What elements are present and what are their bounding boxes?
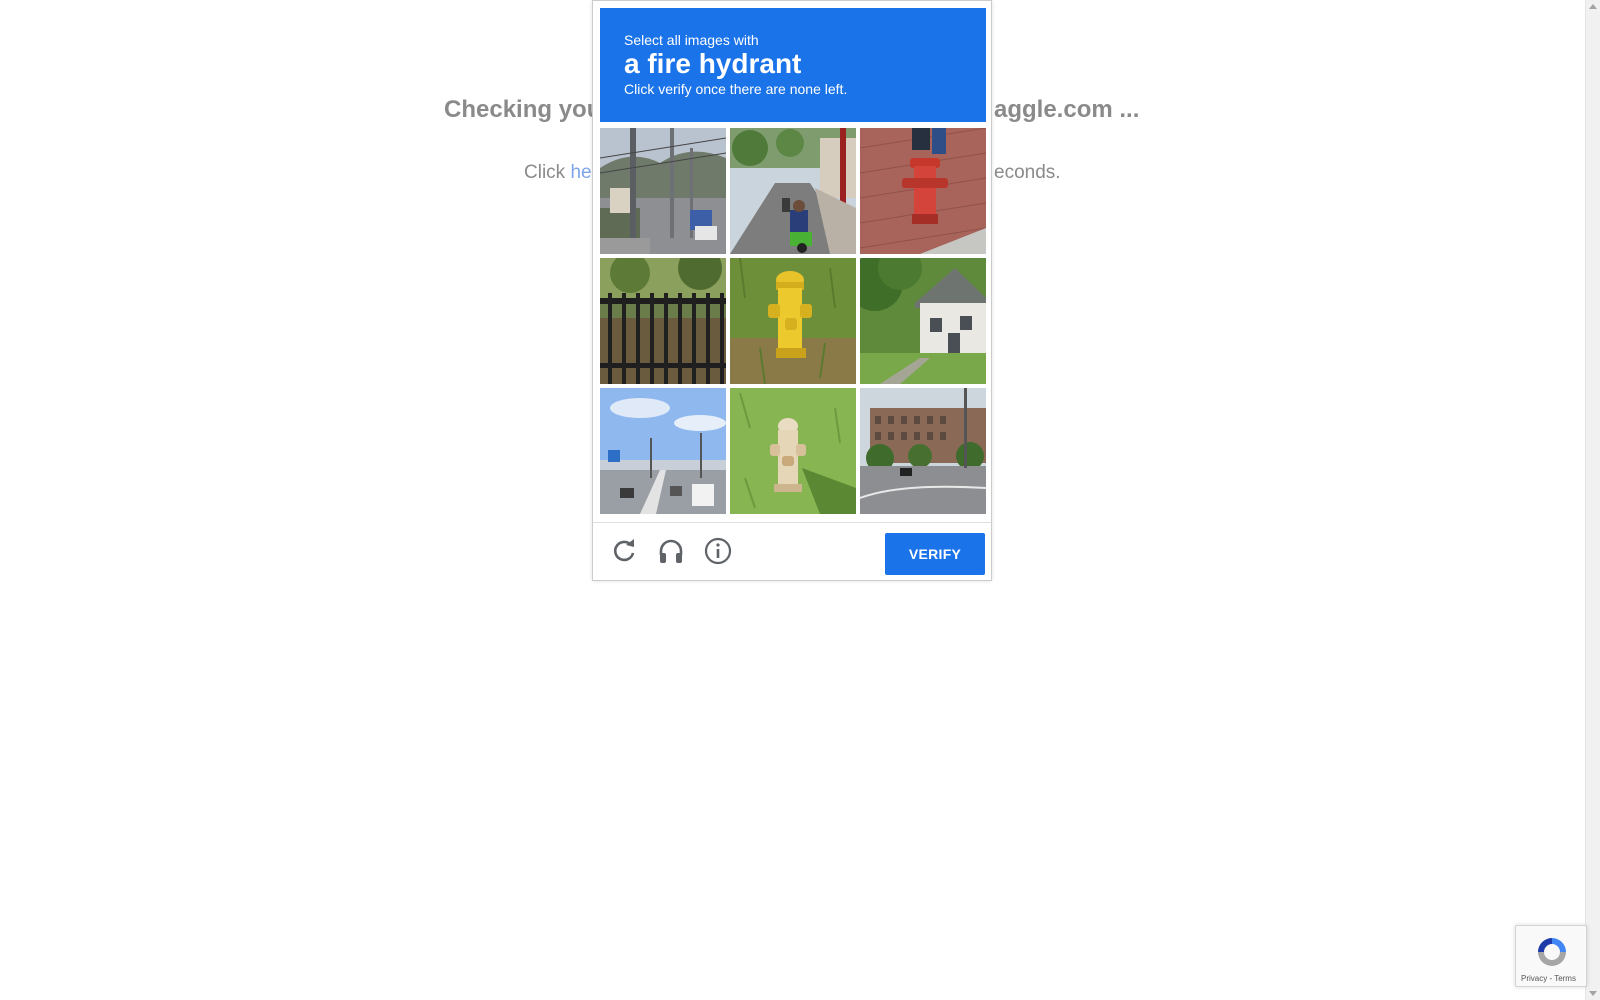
image-tile-8[interactable] bbox=[730, 388, 856, 514]
image-tile-6[interactable] bbox=[860, 258, 986, 384]
redirect-here-link[interactable]: he bbox=[570, 162, 591, 183]
redirect-text-left: Click he bbox=[524, 162, 592, 184]
image-tile-5[interactable] bbox=[730, 258, 856, 384]
image-tile-3[interactable] bbox=[860, 128, 986, 254]
highway-image bbox=[600, 388, 726, 514]
verify-button[interactable]: VERIFY bbox=[885, 533, 985, 575]
instruction-target: a fire hydrant bbox=[624, 48, 802, 79]
captcha-challenge: Select all images with a fire hydrant Cl… bbox=[592, 0, 992, 581]
info-icon[interactable] bbox=[703, 536, 733, 566]
page: Checking you aggle.com ... Click he econ… bbox=[0, 0, 1600, 1000]
heading-left-text: Checking you bbox=[444, 96, 602, 123]
headphones-icon[interactable] bbox=[656, 536, 686, 566]
instruction-hint: Click verify once there are none left. bbox=[624, 81, 848, 97]
redirect-text-right: econds. bbox=[994, 162, 1061, 183]
image-grid bbox=[600, 128, 986, 514]
white-hydrant-image bbox=[730, 388, 856, 514]
yellow-hydrant-image bbox=[730, 258, 856, 384]
heading-right-text: aggle.com ... bbox=[994, 96, 1140, 123]
red-hydrant-image bbox=[860, 128, 986, 254]
scroll-up-arrow-icon[interactable] bbox=[1589, 4, 1597, 9]
scroll-down-arrow-icon[interactable] bbox=[1589, 991, 1597, 996]
captcha-instructions: Select all images with a fire hydrant Cl… bbox=[600, 8, 986, 122]
image-tile-1[interactable] bbox=[600, 128, 726, 254]
reload-icon[interactable] bbox=[609, 536, 639, 566]
scooter-road-image bbox=[730, 128, 856, 254]
privacy-terms-links[interactable]: Privacy - Terms bbox=[1521, 974, 1576, 983]
recaptcha-logo-icon bbox=[1534, 934, 1570, 975]
image-tile-4[interactable] bbox=[600, 258, 726, 384]
road-building-image bbox=[860, 388, 986, 514]
recaptcha-badge[interactable]: Privacy - Terms bbox=[1515, 925, 1587, 987]
white-house-image bbox=[860, 258, 986, 384]
street-poles-image bbox=[600, 128, 726, 254]
captcha-footer: VERIFY bbox=[593, 522, 991, 581]
iron-fence-image bbox=[600, 258, 726, 384]
instruction-prefix: Select all images with bbox=[624, 32, 759, 48]
image-tile-2[interactable] bbox=[730, 128, 856, 254]
page-scrollbar[interactable] bbox=[1585, 0, 1600, 1000]
image-tile-7[interactable] bbox=[600, 388, 726, 514]
image-tile-9[interactable] bbox=[860, 388, 986, 514]
redirect-click-text: Click bbox=[524, 162, 571, 183]
